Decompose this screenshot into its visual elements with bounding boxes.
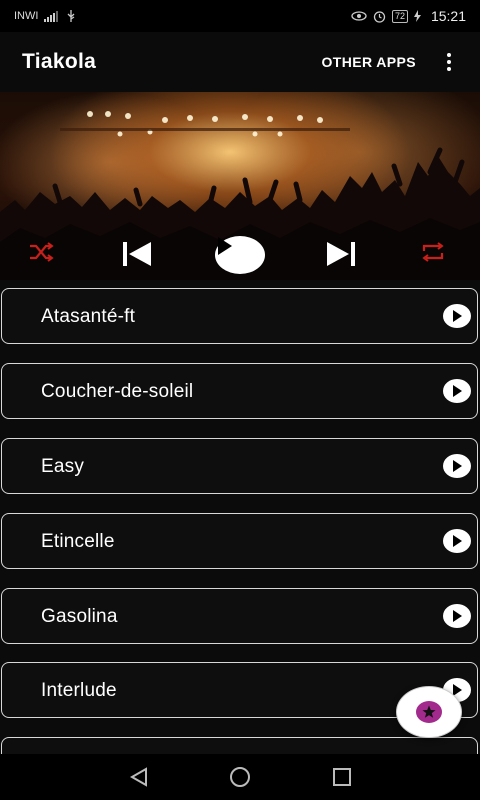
battery-level: 72 [391,9,408,23]
recents-icon[interactable] [331,766,353,793]
signal-icon [44,10,59,22]
app-title: Tiakola [22,50,97,73]
skip-next-icon[interactable] [324,240,360,270]
usb-icon [67,10,75,22]
list-item[interactable]: Coucher-de-soleil [1,363,478,419]
home-icon[interactable] [229,766,251,793]
system-navigation-bar [0,754,480,800]
list-item[interactable]: Easy [1,438,478,494]
song-title: Easy [41,456,85,477]
song-title: Etincelle [41,531,115,552]
alarm-icon [373,10,386,23]
play-icon[interactable] [443,604,471,628]
song-title: Atasanté-ft [41,306,136,327]
status-left: INWI [14,10,76,22]
status-right: 72 15:21 [351,8,466,24]
list-item[interactable]: Atasanté-ft [1,288,478,344]
list-item[interactable]: Gasolina [1,588,478,644]
repeat-icon[interactable] [420,241,450,269]
more-options-icon[interactable] [440,50,458,74]
carrier-label: INWI [14,10,39,22]
clock: 15:21 [430,8,466,24]
play-icon[interactable] [215,236,265,274]
star-icon [416,701,442,723]
concert-banner-image [0,92,480,280]
favorites-fab-button[interactable] [396,686,462,738]
player-controls [0,230,480,280]
eye-icon [351,11,367,21]
song-title: Interlude [41,680,117,701]
song-title: Gasolina [41,606,118,627]
list-item[interactable]: Etincelle [1,513,478,569]
skip-previous-icon[interactable] [120,240,156,270]
play-icon[interactable] [443,304,471,328]
other-apps-button[interactable]: OTHER APPS [322,54,417,70]
charging-icon [413,10,421,22]
play-icon[interactable] [443,454,471,478]
shuffle-icon[interactable] [28,241,58,269]
song-title: Coucher-de-soleil [41,381,194,402]
play-icon[interactable] [443,379,471,403]
play-icon[interactable] [443,529,471,553]
back-icon[interactable] [128,766,150,793]
status-bar: INWI 72 15:21 [0,0,480,32]
app-bar: Tiakola OTHER APPS [0,32,480,92]
